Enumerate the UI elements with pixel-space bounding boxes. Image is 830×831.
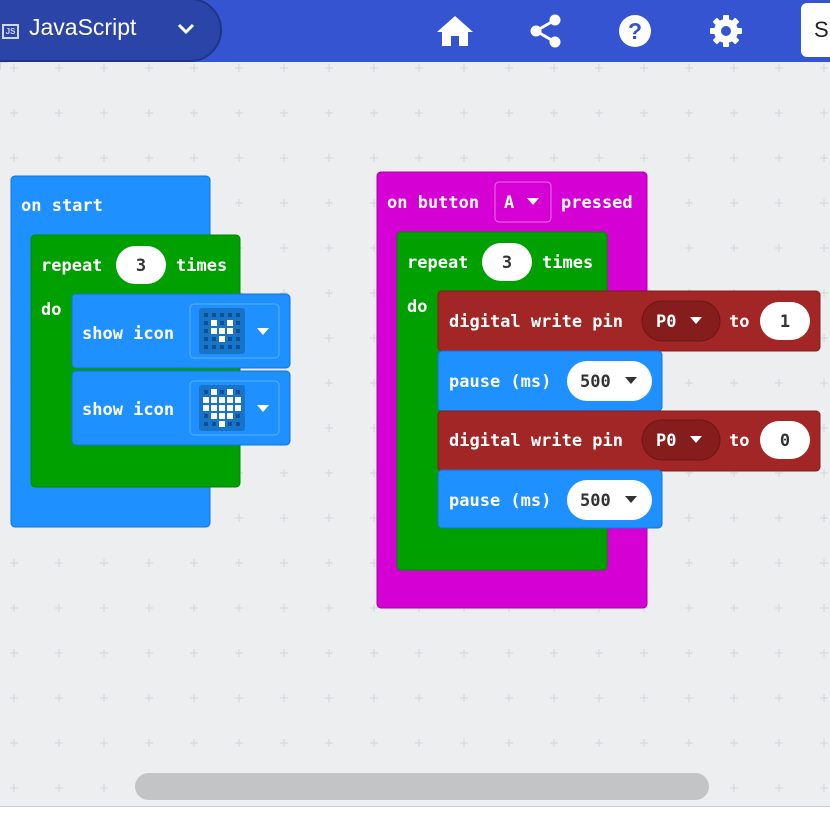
show-icon-block-2[interactable]: show icon	[71, 370, 291, 446]
times-label: times	[176, 256, 227, 276]
repeat-label: repeat	[41, 256, 102, 276]
pin-dropdown[interactable]	[641, 300, 721, 342]
digital-write-label: digital write pin	[449, 312, 623, 332]
digital-write-block-2[interactable]: digital write pin P0 to 0	[437, 410, 821, 472]
times-label: times	[542, 253, 593, 273]
horizontal-scrollbar[interactable]	[135, 773, 709, 800]
write-value: 0	[780, 431, 790, 451]
write-value: 1	[780, 312, 790, 332]
repeat-count-value: 3	[502, 253, 512, 273]
do-label: do	[41, 300, 61, 320]
repeat-count-value: 3	[136, 256, 146, 276]
pin-value: P0	[656, 312, 676, 332]
repeat-label: repeat	[407, 253, 468, 273]
digital-write-label: digital write pin	[449, 431, 623, 451]
on-button-label: on button	[387, 193, 479, 213]
on-start-label: on start	[21, 196, 103, 216]
pause-label: pause (ms)	[449, 372, 551, 392]
pin-dropdown[interactable]	[641, 419, 721, 461]
pause-label: pause (ms)	[449, 491, 551, 511]
show-icon-block-1[interactable]: show icon	[71, 293, 291, 369]
pin-value: P0	[656, 431, 676, 451]
to-label: to	[729, 312, 749, 332]
blocks-layer: on start repeat 3 times do show icon sho…	[10, 171, 821, 609]
show-icon-label: show icon	[82, 324, 174, 344]
digital-write-block-1[interactable]: digital write pin P0 to 1	[437, 290, 821, 352]
pause-value: 500	[580, 372, 611, 392]
pressed-label: pressed	[561, 193, 633, 213]
pause-block-1[interactable]: pause (ms) 500	[437, 350, 663, 412]
pause-value: 500	[580, 491, 611, 511]
bottom-bar	[0, 806, 830, 831]
button-value: A	[504, 193, 514, 213]
pause-block-2[interactable]: pause (ms) 500	[437, 469, 663, 529]
do-label: do	[407, 297, 427, 317]
show-icon-label: show icon	[82, 400, 174, 420]
to-label: to	[729, 431, 749, 451]
